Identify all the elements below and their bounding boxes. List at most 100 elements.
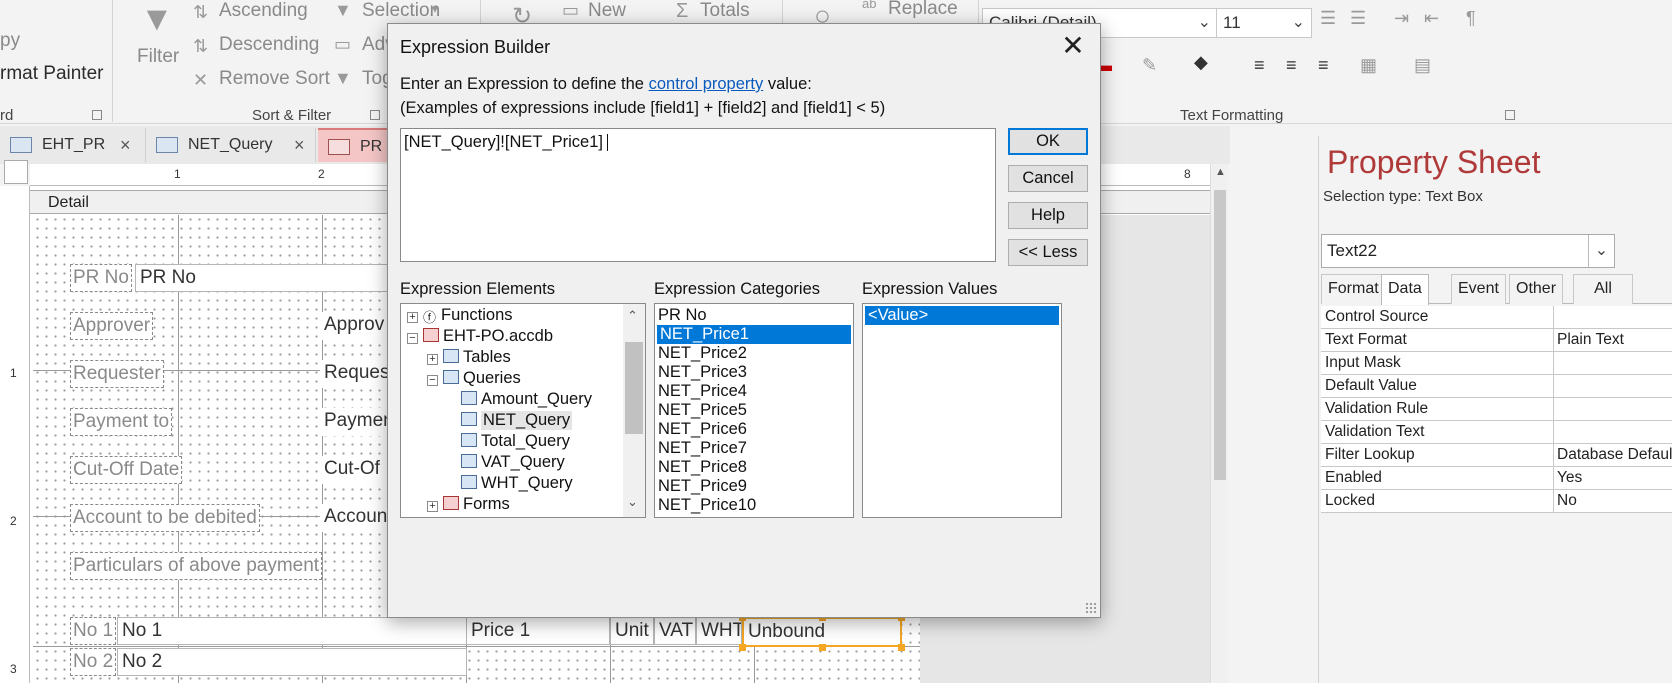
- control-selector-combo[interactable]: Text22 ⌄: [1321, 234, 1615, 268]
- align-right-icon[interactable]: ≡: [1318, 55, 1329, 76]
- requester-label[interactable]: Requester: [70, 360, 164, 388]
- chevron-down-icon[interactable]: ⌄: [627, 494, 638, 510]
- resize-handle[interactable]: [739, 644, 746, 651]
- category-item[interactable]: PR No: [655, 306, 853, 325]
- category-item[interactable]: NET_Price9: [655, 477, 853, 496]
- chevron-down-icon[interactable]: ⌄: [1588, 235, 1614, 267]
- tab-net-query[interactable]: NET_Query ×: [146, 128, 316, 162]
- less-button[interactable]: << Less: [1008, 239, 1088, 266]
- align-left-icon[interactable]: ≡: [1254, 55, 1265, 76]
- property-row[interactable]: Filter Lookup Database Default: [1321, 444, 1672, 467]
- expand-icon[interactable]: +: [407, 312, 418, 323]
- tab-pr[interactable]: PR: [318, 128, 398, 162]
- font-size-combo[interactable]: 11 ⌄: [1216, 8, 1312, 38]
- price1-textbox[interactable]: Price 1: [466, 617, 610, 645]
- property-row[interactable]: Enabled Yes: [1321, 467, 1672, 490]
- highlight-icon[interactable]: ✎: [1142, 55, 1157, 76]
- cut-off-date-label[interactable]: Cut-Off Date: [70, 456, 183, 484]
- ok-button[interactable]: OK: [1008, 128, 1088, 155]
- resize-handle[interactable]: [898, 644, 905, 651]
- outdent-icon[interactable]: ⇤: [1424, 8, 1439, 29]
- resize-grip-icon[interactable]: [1085, 602, 1097, 614]
- category-item[interactable]: NET_Price2: [655, 344, 853, 363]
- category-item[interactable]: NET_Price3: [655, 363, 853, 382]
- value-item-selected[interactable]: <Value>: [865, 306, 1059, 325]
- unbound-textbox-selected[interactable]: Unbound: [742, 617, 902, 647]
- category-item[interactable]: NET_Price8: [655, 458, 853, 477]
- category-item[interactable]: NET_Price7: [655, 439, 853, 458]
- gridlines-icon[interactable]: ▦: [1360, 55, 1377, 76]
- numbering-icon[interactable]: ☰: [1350, 8, 1366, 29]
- property-row[interactable]: Locked No: [1321, 490, 1672, 513]
- payment-to-label[interactable]: Payment to: [70, 408, 173, 436]
- property-value[interactable]: Yes: [1557, 469, 1582, 487]
- tab-format[interactable]: Format: [1321, 274, 1386, 304]
- property-value[interactable]: No: [1557, 492, 1577, 510]
- close-icon[interactable]: ×: [120, 135, 131, 156]
- filter-button[interactable]: Filter: [137, 46, 179, 68]
- cancel-button[interactable]: Cancel: [1008, 165, 1088, 192]
- ascending-button[interactable]: Ascending: [219, 0, 308, 22]
- property-value[interactable]: Database Default: [1557, 446, 1672, 464]
- collapse-icon[interactable]: −: [407, 333, 418, 344]
- expression-values-list[interactable]: <Value>: [862, 303, 1062, 518]
- descending-button[interactable]: Descending: [219, 34, 319, 56]
- copy-button[interactable]: py: [0, 30, 20, 52]
- chevron-up-icon[interactable]: ⌃: [627, 308, 638, 324]
- alternate-row-color-icon[interactable]: ▤: [1414, 55, 1431, 76]
- selection-dropdown-icon[interactable]: ▾: [432, 2, 438, 16]
- scroll-thumb[interactable]: [625, 342, 643, 434]
- category-item[interactable]: NET_Price10: [655, 496, 853, 515]
- no2-label[interactable]: No 2: [70, 648, 117, 676]
- resize-handle[interactable]: [819, 644, 826, 651]
- tab-event[interactable]: Event: [1451, 274, 1506, 304]
- sort-filter-launcher-icon[interactable]: [370, 110, 380, 120]
- selection-button[interactable]: Selection: [362, 0, 440, 22]
- expand-icon[interactable]: +: [427, 354, 438, 365]
- property-row[interactable]: Input Mask: [1321, 352, 1672, 375]
- tree-item-queries[interactable]: Queries: [463, 369, 521, 388]
- property-row[interactable]: Validation Rule: [1321, 398, 1672, 421]
- tree-item-query-selected[interactable]: NET_Query: [481, 411, 573, 430]
- unit-textbox[interactable]: Unit: [610, 617, 654, 645]
- category-item[interactable]: NET_Price6: [655, 420, 853, 439]
- tree-item-database[interactable]: EHT-PO.accdb: [443, 327, 553, 346]
- no1-label[interactable]: No 1: [70, 617, 117, 645]
- control-property-link[interactable]: control property: [649, 75, 764, 93]
- category-item[interactable]: NET_Price4: [655, 382, 853, 401]
- chevron-down-icon[interactable]: ⌄: [1198, 12, 1211, 32]
- chevron-down-icon[interactable]: ⌄: [1292, 12, 1305, 32]
- tree-item-query[interactable]: Total_Query: [481, 432, 570, 451]
- tree-item-forms[interactable]: Forms: [463, 495, 510, 514]
- help-button[interactable]: Help: [1008, 202, 1088, 229]
- property-row[interactable]: Default Value: [1321, 375, 1672, 398]
- tab-other[interactable]: Other: [1509, 274, 1564, 304]
- no2-textbox[interactable]: No 2: [117, 648, 467, 676]
- account-label[interactable]: Account to be debited: [70, 504, 260, 532]
- paragraph-direction-icon[interactable]: ¶: [1466, 8, 1476, 29]
- tab-eht-pr[interactable]: EHT_PR ×: [0, 128, 146, 162]
- elements-scrollbar[interactable]: ⌃ ⌄: [623, 304, 645, 517]
- close-icon[interactable]: ✕: [1058, 32, 1088, 62]
- tab-all[interactable]: All: [1573, 274, 1633, 304]
- expression-input[interactable]: [NET_Query]![NET_Price1]: [400, 128, 996, 262]
- tree-item-tables[interactable]: Tables: [463, 348, 511, 367]
- tab-data[interactable]: Data: [1381, 274, 1429, 305]
- expression-categories-list[interactable]: PR No NET_Price1 NET_Price2 NET_Price3 NET_P…: [654, 303, 854, 518]
- vat-textbox[interactable]: VAT: [654, 617, 696, 645]
- property-row[interactable]: Validation Text: [1321, 421, 1672, 444]
- property-value[interactable]: Plain Text: [1557, 331, 1624, 349]
- tree-item-query[interactable]: VAT_Query: [481, 453, 565, 472]
- no1-textbox[interactable]: No 1: [117, 617, 467, 645]
- pr-no-textbox[interactable]: PR No: [135, 264, 395, 292]
- collapse-icon[interactable]: −: [427, 375, 438, 386]
- tree-item-query[interactable]: WHT_Query: [481, 474, 573, 493]
- expression-elements-tree[interactable]: + ⓕ Functions − EHT-PO.accdb + Tables − …: [400, 303, 646, 518]
- property-row[interactable]: Control Source: [1321, 306, 1672, 329]
- tree-item-functions[interactable]: Functions: [441, 306, 513, 325]
- clipboard-launcher-icon[interactable]: [92, 110, 102, 120]
- particulars-label[interactable]: Particulars of above payment: [70, 552, 323, 580]
- category-item[interactable]: NET_Price5: [655, 401, 853, 420]
- scroll-thumb[interactable]: [1214, 190, 1226, 480]
- text-formatting-launcher-icon[interactable]: [1505, 110, 1515, 120]
